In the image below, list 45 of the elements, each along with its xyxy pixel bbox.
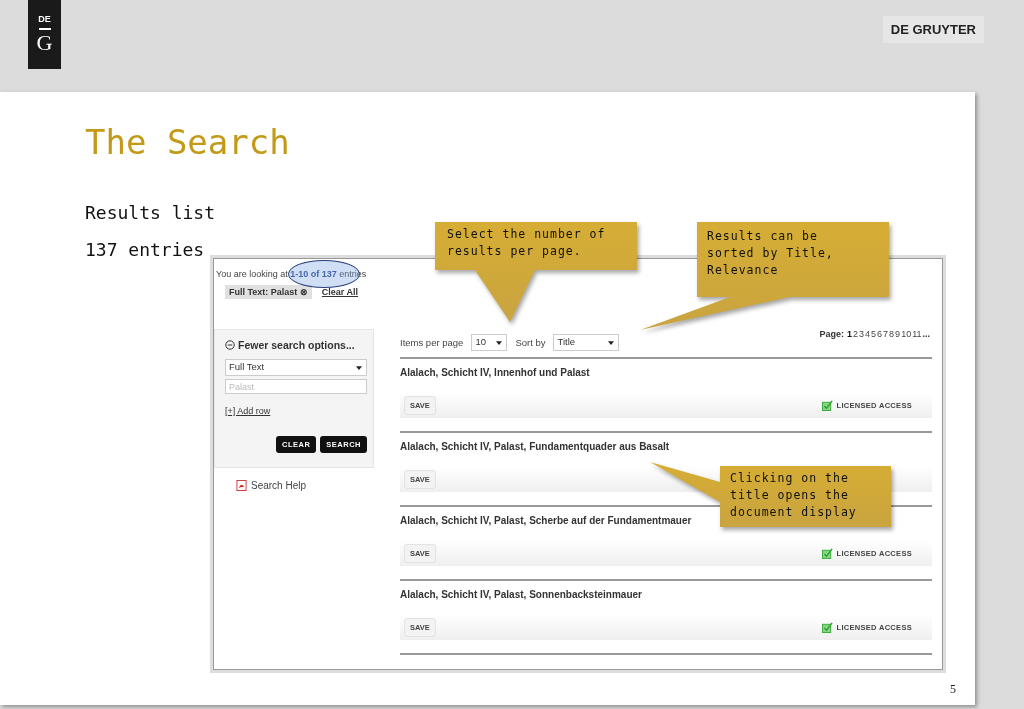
sort-label: Sort by	[515, 336, 546, 348]
collapse-icon[interactable]	[225, 340, 235, 350]
result-title-link[interactable]: Alalach, Schicht IV, Palast, Sonnenbacksteinmauer	[400, 589, 932, 600]
callout-text: Select the number of results per page.	[447, 226, 607, 260]
page-link[interactable]: 5	[871, 329, 877, 339]
pdf-icon	[236, 480, 247, 491]
result-title-link[interactable]: Alalach, Schicht IV, Innenhof und Palast	[400, 367, 932, 378]
items-select[interactable]: 10	[471, 333, 508, 351]
field-select[interactable]: Full Text	[225, 359, 367, 376]
caret-icon	[496, 340, 503, 345]
licensed-check-icon	[821, 399, 833, 411]
caret-icon	[608, 340, 615, 345]
licensed-check-icon	[821, 621, 833, 633]
callout-text: Results can be sorted by Title, Relevance	[707, 228, 835, 279]
page-link[interactable]: 3	[859, 329, 865, 339]
options-heading: Fewer search options...	[238, 339, 355, 351]
search-help-link[interactable]: Search Help	[251, 480, 307, 491]
result-title-link[interactable]: Alalach, Schicht IV, Palast, Fundamentquader aus Basalt	[400, 441, 932, 452]
page-number: 5	[950, 682, 956, 697]
add-row-link[interactable]: [+] Add row	[225, 406, 271, 416]
slide-text: Results list	[85, 201, 216, 225]
page-link[interactable]: 2	[853, 329, 858, 339]
sort-select[interactable]: Title	[553, 333, 620, 351]
page-label: Page:	[819, 329, 844, 339]
page-link[interactable]: 7	[883, 329, 889, 339]
page-link[interactable]: 9	[895, 329, 901, 339]
page-link[interactable]: 10	[901, 329, 912, 339]
logo-text: DE	[38, 14, 51, 24]
page-link[interactable]: 11	[912, 329, 922, 339]
caret-icon	[356, 366, 362, 370]
more-pages: ...	[922, 329, 930, 339]
logo-letter: G	[36, 31, 53, 54]
filter-chip[interactable]: Full Text: Palast ⊗	[225, 285, 312, 299]
clear-all-link[interactable]: Clear All	[321, 287, 359, 297]
page-link[interactable]: 8	[889, 329, 895, 339]
brand-name: DE GRUYTER	[882, 16, 984, 43]
licensed-check-icon	[821, 547, 833, 559]
page-link[interactable]: 4	[865, 329, 871, 339]
slide-title: The Search	[85, 122, 291, 162]
query-field[interactable]: Palast	[225, 379, 367, 394]
page-link[interactable]: 1	[847, 329, 852, 339]
slide-text: 137 entries	[85, 238, 205, 262]
items-label: Items per page	[400, 336, 464, 348]
callout-text: Clicking on the title opens the document display	[730, 470, 858, 521]
page-link[interactable]: 6	[877, 329, 883, 339]
